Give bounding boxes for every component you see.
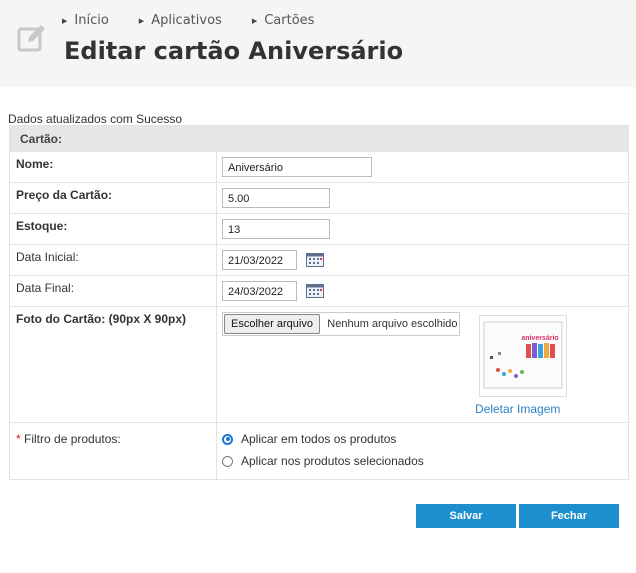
data-final-label: Data Final: [9,275,217,307]
estoque-label: Estoque: [9,213,217,245]
breadcrumb: ▶ Início ▶ Aplicativos ▶ Cartões [62,13,344,28]
caret-right-icon: ▶ [251,16,258,25]
radio-button-selected[interactable] [222,433,233,445]
edit-icon [17,25,45,52]
card-form: Cartão: Nome: Aniversário Preço da Cartã… [9,125,629,480]
preco-input[interactable]: 5.00 [222,188,330,208]
calendar-icon[interactable] [306,253,325,267]
breadcrumb-item-cartoes[interactable]: ▶ Cartões [252,13,315,28]
calendar-icon[interactable] [306,284,325,298]
filtro-option-all[interactable]: Aplicar em todos os produtos [222,432,628,446]
page-title: Editar cartão Aniversário [64,37,404,65]
file-status: Nenhum arquivo escolhido [327,318,458,330]
thumbnail-text: aniversário [521,335,558,342]
choose-file-button[interactable]: Escolher arquivo [224,314,320,334]
filtro-option-label: Aplicar nos produtos selecionados [241,454,424,468]
data-inicial-input[interactable]: 21/03/2022 [222,250,297,270]
breadcrumb-label[interactable]: Aplicativos [151,13,222,28]
filtro-option-selected[interactable]: Aplicar nos produtos selecionados [222,454,628,468]
filtro-option-label: Aplicar em todos os produtos [241,432,397,446]
required-mark: * [16,432,21,446]
preco-label: Preço da Cartão: [9,182,217,214]
filtro-label: Filtro de produtos: [24,432,121,446]
nome-input[interactable]: Aniversário [222,157,372,177]
radio-button[interactable] [222,455,233,467]
card-thumbnail: aniversário [479,315,567,397]
estoque-input[interactable]: 13 [222,219,330,239]
nome-label: Nome: [9,151,217,183]
close-button[interactable]: Fechar [519,504,619,528]
delete-image-link[interactable]: Deletar Imagem [475,402,560,416]
section-title: Cartão: [9,125,629,152]
foto-label: Foto do Cartão: (90px X 90px) [9,306,217,423]
breadcrumb-label[interactable]: Início [74,13,108,28]
status-message: Dados atualizados com Sucesso [8,112,183,126]
breadcrumb-item-inicio[interactable]: ▶ Início [62,13,109,28]
save-button[interactable]: Salvar [416,504,516,528]
breadcrumb-item-aplicativos[interactable]: ▶ Aplicativos [139,13,222,28]
caret-right-icon: ▶ [138,16,145,25]
page-header: ▶ Início ▶ Aplicativos ▶ Cartões Editar … [0,0,636,87]
file-picker[interactable]: Escolher arquivo Nenhum arquivo escolhid… [222,312,460,336]
breadcrumb-label[interactable]: Cartões [264,13,314,28]
data-inicial-label: Data Inicial: [9,244,217,276]
data-final-input[interactable]: 24/03/2022 [222,281,297,301]
caret-right-icon: ▶ [62,16,68,25]
